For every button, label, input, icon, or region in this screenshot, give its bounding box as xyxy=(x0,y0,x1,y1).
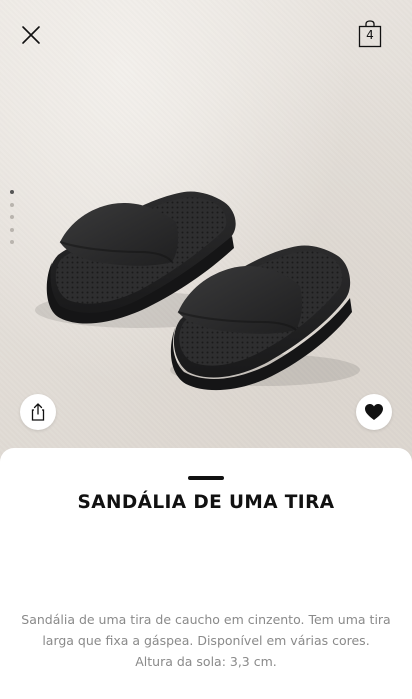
pagination-dot[interactable] xyxy=(10,215,14,219)
product-details-sheet: SANDÁLIA DE UMA TIRA Sandália de uma tir… xyxy=(0,448,412,699)
share-button[interactable] xyxy=(20,394,56,430)
product-image[interactable]: 4 xyxy=(0,0,412,470)
shopping-bag-button[interactable]: 4 xyxy=(358,20,382,48)
favorite-button[interactable] xyxy=(356,394,392,430)
bag-count-badge: 4 xyxy=(366,28,374,42)
pagination-dot-active[interactable] xyxy=(10,190,14,194)
product-description: Sandália de uma tira de caucho em cinzen… xyxy=(20,609,392,672)
description-line: Altura da sola: 3,3 cm. xyxy=(135,654,277,669)
pagination-dot[interactable] xyxy=(10,240,14,244)
heart-icon xyxy=(365,404,383,420)
sheet-drag-handle[interactable] xyxy=(188,476,224,480)
pagination-dot[interactable] xyxy=(10,227,14,232)
sandals-image xyxy=(35,191,360,391)
share-icon xyxy=(31,403,45,421)
close-icon xyxy=(22,26,40,44)
description-line: larga que fixa a gáspea. Disponível em v… xyxy=(42,633,370,648)
pagination-dot[interactable] xyxy=(10,202,14,207)
description-line: Sandália de uma tira de caucho em cinzen… xyxy=(21,612,391,627)
close-button[interactable] xyxy=(18,22,44,48)
image-pagination xyxy=(10,190,16,253)
product-title: SANDÁLIA DE UMA TIRA xyxy=(77,492,335,513)
